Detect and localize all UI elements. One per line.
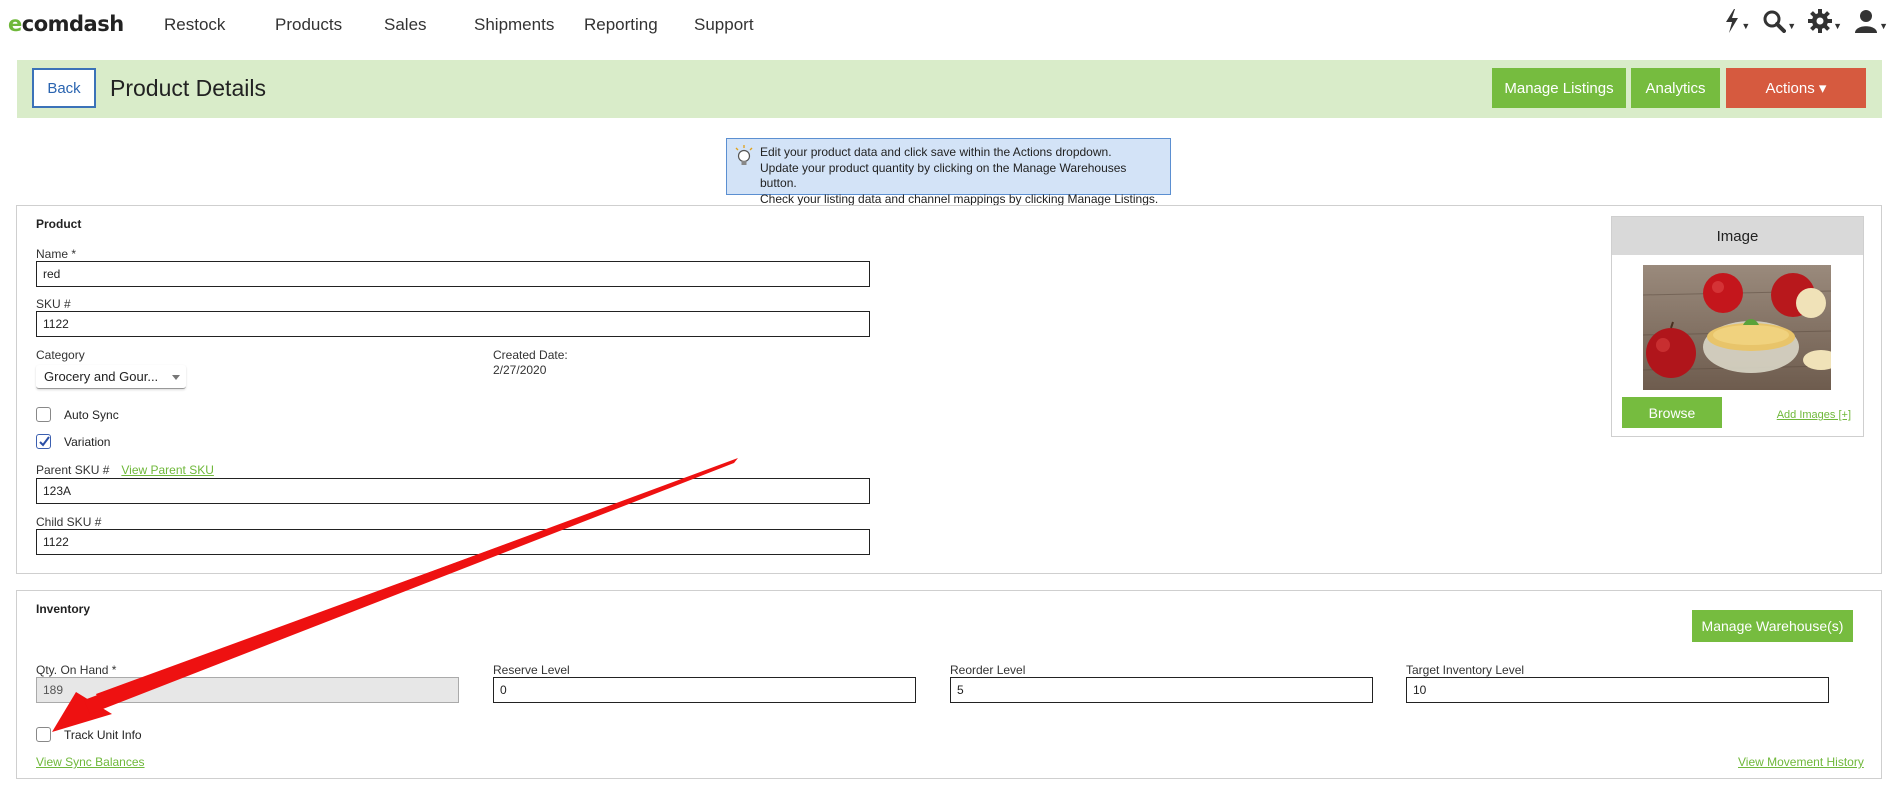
target-inventory-level-label: Target Inventory Level xyxy=(1406,663,1525,677)
info-line-2: Update your product quantity by clicking… xyxy=(760,160,1127,191)
lightning-menu[interactable]: ▼ xyxy=(1724,9,1750,33)
variation-label: Variation xyxy=(64,435,111,449)
sku-input[interactable]: 1122 xyxy=(36,311,870,337)
view-sync-balances-link[interactable]: View Sync Balances xyxy=(36,755,145,769)
manage-listings-button[interactable]: Manage Listings xyxy=(1492,68,1626,108)
child-sku-label: Child SKU # xyxy=(36,515,102,529)
header-bar: Back Product Details Manage Listings Ana… xyxy=(17,60,1882,118)
checkmark-icon xyxy=(39,436,50,447)
product-image xyxy=(1643,265,1831,390)
reorder-level-label: Reorder Level xyxy=(950,663,1026,677)
search-menu[interactable]: ▼ xyxy=(1762,9,1796,33)
view-parent-sku-link[interactable]: View Parent SKU xyxy=(121,463,214,477)
category-label: Category xyxy=(36,348,85,362)
manage-warehouses-button[interactable]: Manage Warehouse(s) xyxy=(1692,610,1853,642)
sku-label: SKU # xyxy=(36,297,71,311)
reorder-level-input[interactable]: 5 xyxy=(950,677,1373,703)
view-movement-history-link[interactable]: View Movement History xyxy=(1738,755,1864,769)
parent-sku-input[interactable]: 123A xyxy=(36,478,870,504)
chevron-down-icon: ▼ xyxy=(1787,21,1797,31)
parent-sku-label: Parent SKU # View Parent SKU xyxy=(36,463,214,477)
nav-shipments[interactable]: Shipments xyxy=(474,15,554,35)
created-date-value: 2/27/2020 xyxy=(493,363,547,377)
reserve-level-label: Reserve Level xyxy=(493,663,570,677)
name-input[interactable]: red xyxy=(36,261,870,287)
search-icon xyxy=(1763,10,1787,33)
info-line-1: Edit your product data and click save wi… xyxy=(760,145,1112,159)
product-section-title: Product xyxy=(36,217,82,231)
target-inventory-level-input[interactable]: 10 xyxy=(1406,677,1829,703)
category-value: Grocery and Gour... xyxy=(44,369,159,384)
lightbulb-icon xyxy=(735,145,753,165)
category-select[interactable]: Grocery and Gour... xyxy=(36,365,186,389)
user-menu[interactable]: ▼ xyxy=(1854,9,1888,33)
browse-button[interactable]: Browse xyxy=(1622,397,1722,428)
child-sku-input[interactable]: 1122 xyxy=(36,529,870,555)
user-icon xyxy=(1855,10,1878,33)
lightning-icon xyxy=(1726,9,1739,33)
qty-on-hand-label: Qty. On Hand * xyxy=(36,663,117,677)
auto-sync-label: Auto Sync xyxy=(64,408,119,422)
nav-sales[interactable]: Sales xyxy=(384,15,427,35)
nav-support[interactable]: Support xyxy=(694,15,754,35)
ecomdash-logo[interactable]: ecomdash xyxy=(8,12,124,36)
chevron-down-icon: ▼ xyxy=(1741,21,1751,31)
reserve-level-input[interactable]: 0 xyxy=(493,677,916,703)
nav-reporting[interactable]: Reporting xyxy=(584,15,658,35)
info-box: Edit your product data and click save wi… xyxy=(726,138,1171,206)
image-panel: Image Browse Add Images [+] xyxy=(1611,216,1864,437)
actions-dropdown-button[interactable]: Actions ▾ xyxy=(1726,68,1866,108)
track-unit-info-checkbox[interactable] xyxy=(36,727,51,742)
settings-menu[interactable]: ▼ xyxy=(1808,9,1842,33)
qty-on-hand-input: 189 xyxy=(36,677,459,703)
track-unit-info-label: Track Unit Info xyxy=(64,728,142,742)
nav-icon-group: ▼ ▼ ▼ ▼ xyxy=(1724,6,1888,36)
variation-checkbox[interactable] xyxy=(36,434,51,449)
parent-sku-label-text: Parent SKU # xyxy=(36,463,110,477)
auto-sync-checkbox[interactable] xyxy=(36,407,51,422)
chevron-down-icon xyxy=(172,375,180,380)
page: ecomdash Restock Products Sales Shipment… xyxy=(0,0,1902,793)
gear-icon xyxy=(1808,9,1833,33)
name-label: Name * xyxy=(36,247,77,261)
add-images-link[interactable]: Add Images [+] xyxy=(1777,409,1851,421)
page-title: Product Details xyxy=(110,75,266,101)
top-nav: ecomdash Restock Products Sales Shipment… xyxy=(0,0,1902,50)
nav-products[interactable]: Products xyxy=(275,15,342,35)
nav-restock[interactable]: Restock xyxy=(164,15,225,35)
created-date-label: Created Date: xyxy=(493,348,568,362)
chevron-down-icon: ▼ xyxy=(1879,21,1888,31)
chevron-down-icon: ▼ xyxy=(1833,21,1843,31)
back-button[interactable]: Back xyxy=(32,68,96,108)
inventory-section-title: Inventory xyxy=(36,602,91,616)
image-panel-title: Image xyxy=(1612,217,1863,255)
analytics-button[interactable]: Analytics xyxy=(1631,68,1720,108)
